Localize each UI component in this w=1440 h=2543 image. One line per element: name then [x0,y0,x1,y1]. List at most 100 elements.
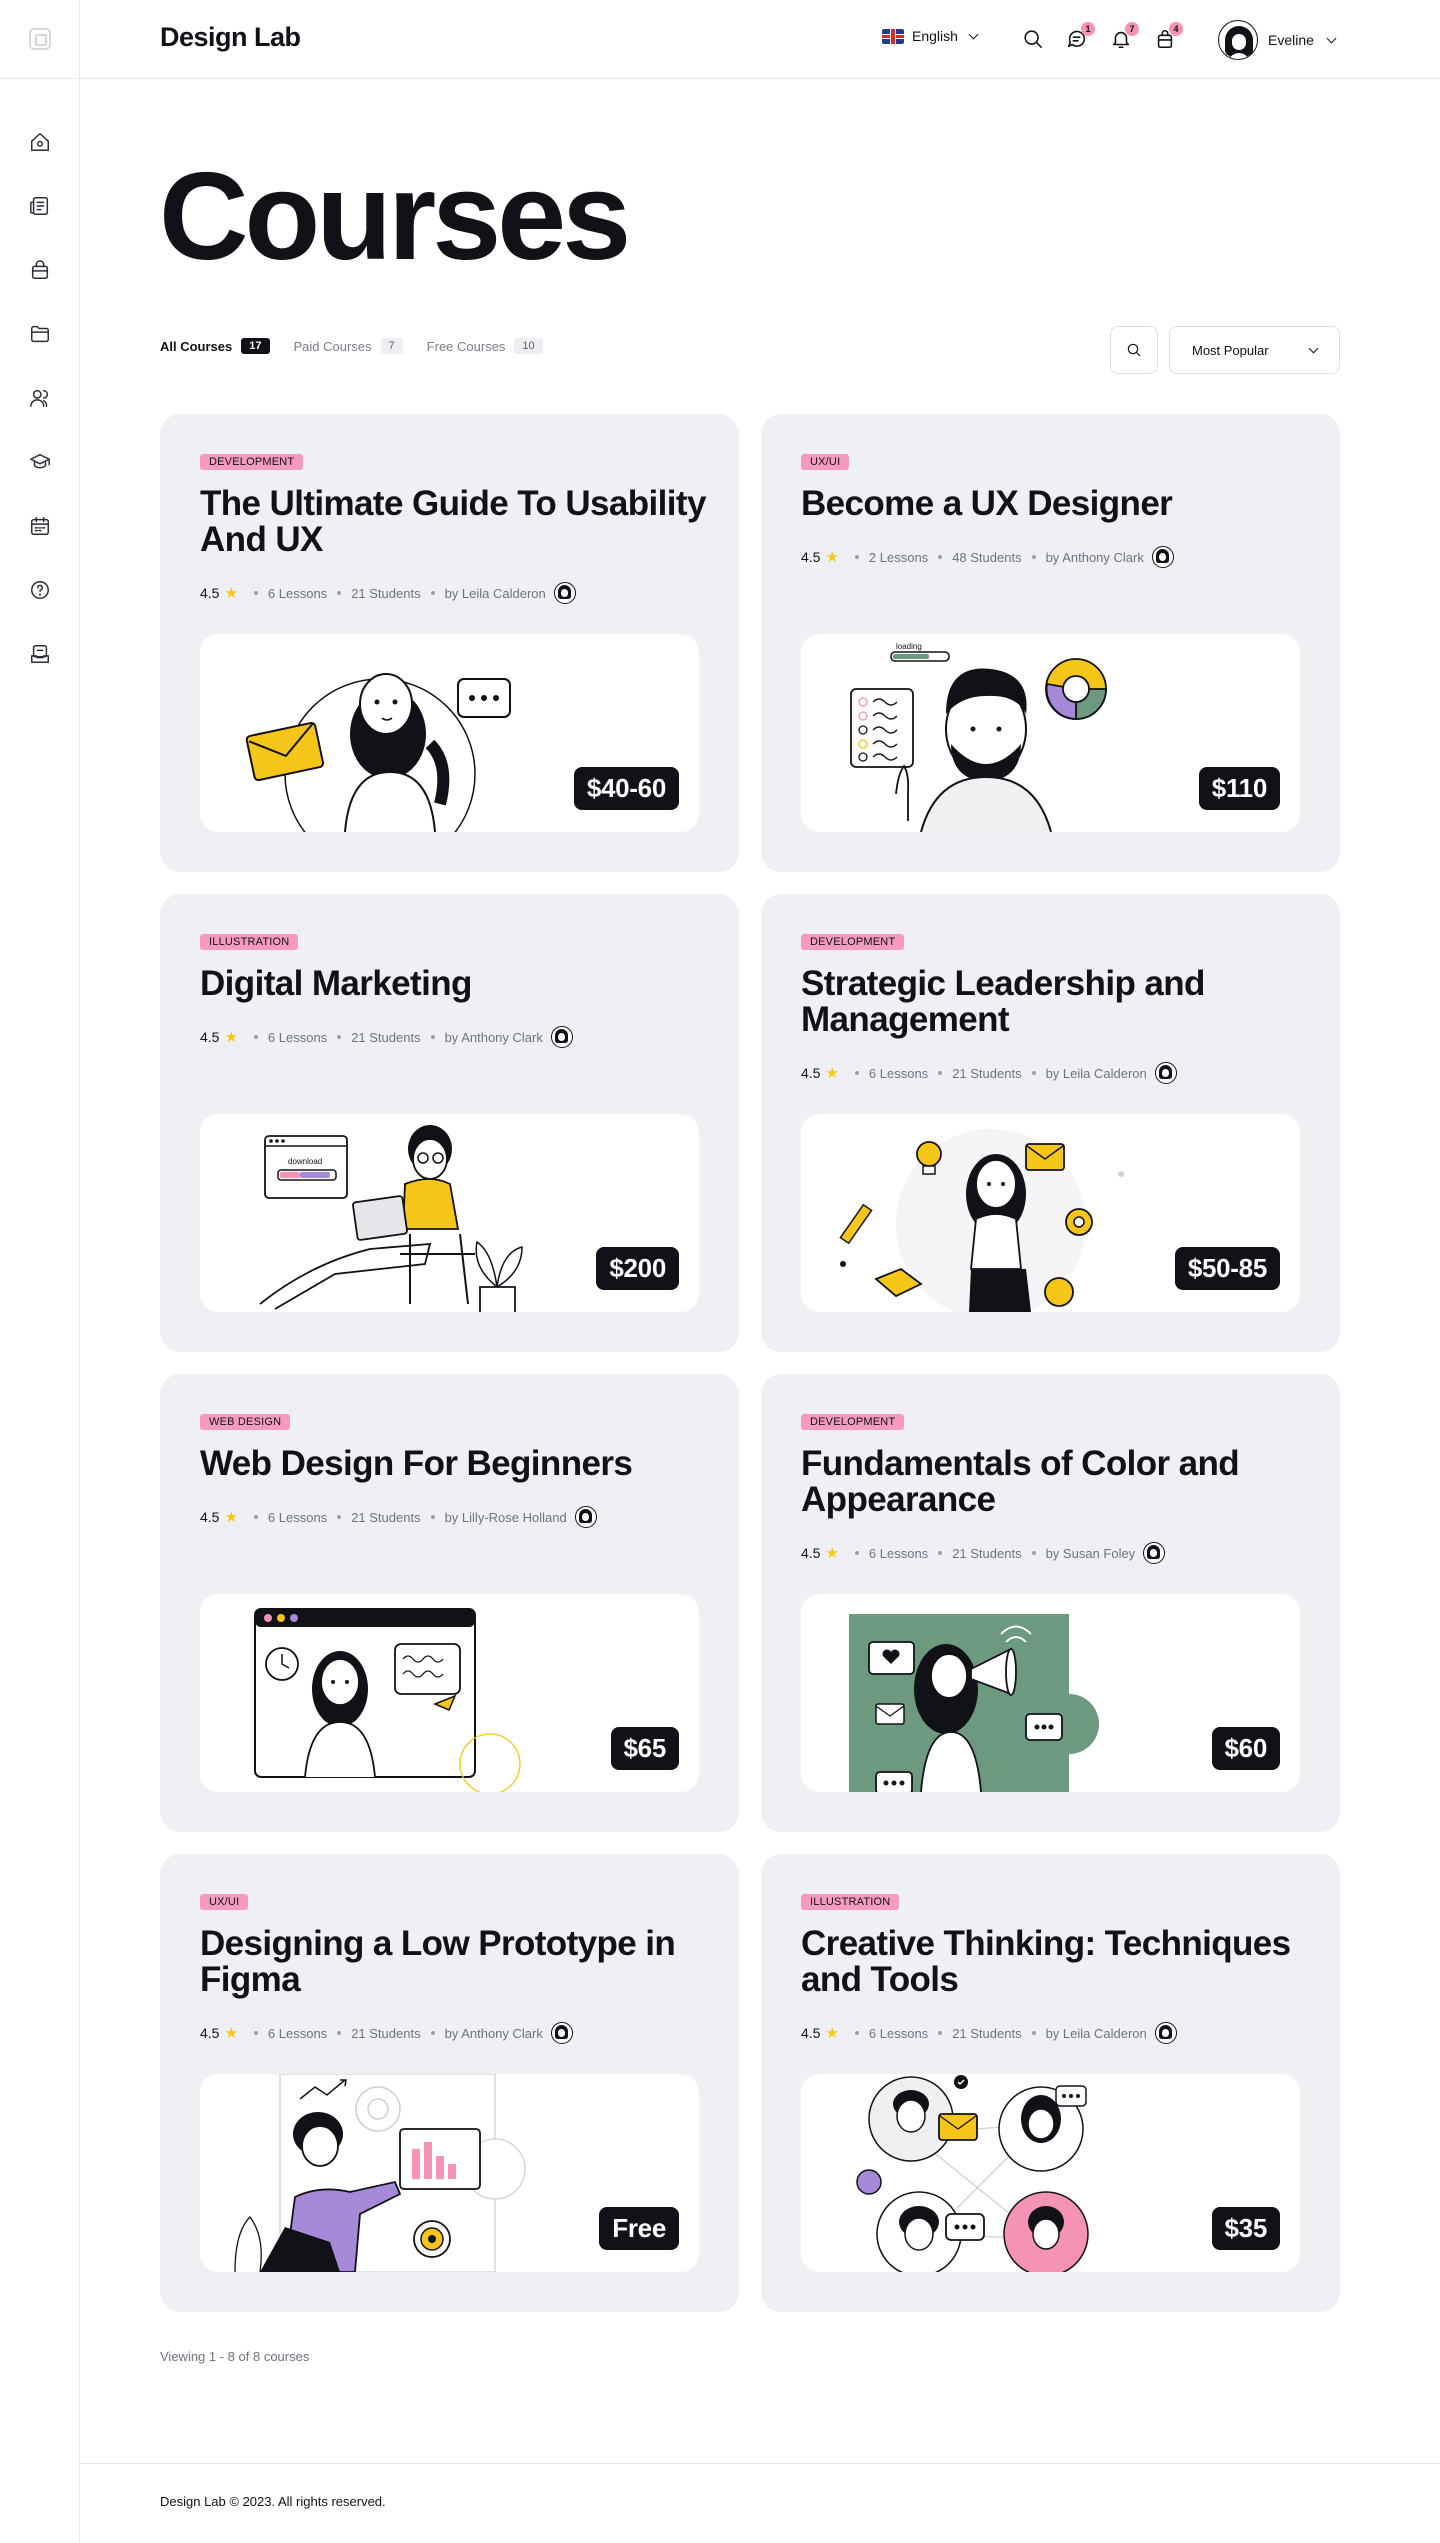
separator-dot [430,1515,435,1519]
author-name[interactable]: by Anthony Clark [445,1030,543,1045]
course-illustration: loading $110 [801,634,1300,832]
avatar [1218,20,1258,60]
course-meta: 4.5 ★ 6 Lessons 21 Students by Leila Cald… [801,2022,1177,2044]
tab-free-courses[interactable]: Free Courses 10 [427,338,543,354]
search-icon [1024,30,1043,49]
tab-paid-courses[interactable]: Paid Courses 7 [294,338,403,354]
sidebar-item-folders[interactable] [0,302,80,366]
separator-dot [938,1071,943,1075]
help-circle-icon [31,581,49,599]
star-icon: ★ [825,549,839,566]
separator-dot [430,591,435,595]
category-tag: ILLUSTRATION [801,1894,900,1910]
course-search-button[interactable] [1110,326,1158,374]
separator-dot [854,1551,859,1555]
user-menu[interactable]: Eveline [1218,20,1337,60]
graduation-cap-icon [30,453,50,469]
price-badge: Free [599,2207,679,2250]
author-name[interactable]: by Anthony Clark [445,2026,543,2041]
separator-dot [430,2031,435,2035]
shopping-bag-icon [31,260,49,279]
brand-title[interactable]: Design Lab [160,22,301,53]
app-logo[interactable] [0,0,80,79]
author-avatar [550,1026,573,1048]
language-label: English [912,28,958,44]
separator-dot [253,1515,258,1519]
bag-button[interactable]: 4 [1152,22,1183,52]
sidebar-item-calendar[interactable] [0,494,80,558]
course-title[interactable]: Strategic Leadership and Management [801,966,1311,1038]
students-count: 21 Students [351,1029,421,1045]
rating-value: 4.5 [801,2025,821,2041]
category-tag: WEB DESIGN [200,1414,291,1430]
tab-all-courses[interactable]: All Courses 17 [160,338,270,354]
lessons-count: 6 Lessons [868,1065,929,1081]
students-count: 21 Students [952,1065,1022,1081]
user-name: Eveline [1268,32,1314,48]
author-name[interactable]: by Leila Calderon [445,586,546,601]
star-icon: ★ [224,1509,238,1526]
language-selector[interactable]: English [882,28,979,44]
students-count: 21 Students [351,2025,421,2041]
course-title[interactable]: Digital Marketing [200,966,710,1002]
author-name[interactable]: by Leila Calderon [1046,2026,1147,2041]
author-name[interactable]: by Anthony Clark [1046,550,1144,565]
course-title[interactable]: The Ultimate Guide To Usability And UX [200,486,710,558]
sidebar-item-news[interactable] [0,174,80,238]
author-avatar [1151,546,1174,568]
logo-icon [29,28,51,50]
course-card[interactable]: DEVELOPMENT The Ultimate Guide To Usabil… [160,414,739,872]
course-card[interactable]: DEVELOPMENT Strategic Leadership and Man… [761,894,1340,1352]
lessons-count: 6 Lessons [267,585,328,601]
lessons-count: 6 Lessons [267,2025,328,2041]
sidebar-item-users[interactable] [0,366,80,430]
rating-value: 4.5 [200,1029,220,1045]
sidebar [0,0,80,2543]
folder-icon [31,325,49,343]
author-name[interactable]: by Lilly-Rose Holland [445,1510,567,1525]
messages-button[interactable]: 1 [1064,22,1095,52]
search-button[interactable] [1020,26,1046,52]
star-icon: ★ [825,1545,839,1562]
course-card[interactable]: UX/UI Become a UX Designer 4.5 ★ 2 Lesson… [761,414,1340,872]
course-card[interactable]: DEVELOPMENT Fundamentals of Color and Ap… [761,1374,1340,1832]
course-card[interactable]: UX/UI Designing a Low Prototype in Figma… [160,1854,739,2312]
lessons-count: 2 Lessons [868,549,929,565]
separator-dot [337,591,342,595]
sidebar-item-courses[interactable] [0,430,80,494]
lessons-count: 6 Lessons [868,1545,929,1561]
course-illustration: Free [200,2074,699,2272]
course-tabs: All Courses 17 Paid Courses 7 Free Cours… [160,338,543,354]
separator-dot [854,2031,859,2035]
separator-dot [938,1551,943,1555]
course-title[interactable]: Designing a Low Prototype in Figma [200,1926,710,1998]
sidebar-item-home[interactable] [0,110,80,174]
course-meta: 4.5 ★ 6 Lessons 21 Students by Susan Fole… [801,1542,1166,1564]
students-count: 21 Students [351,585,421,601]
course-title[interactable]: Web Design For Beginners [200,1446,710,1482]
course-title[interactable]: Creative Thinking: Techniques and Tools [801,1926,1311,1998]
sidebar-item-inbox[interactable] [0,622,80,686]
course-card[interactable]: ILLUSTRATION Creative Thinking: Techniqu… [761,1854,1340,2312]
author-name[interactable]: by Susan Foley [1046,1546,1136,1561]
rating-value: 4.5 [200,2025,220,2041]
tab-label: Paid Courses [293,338,372,354]
author-avatar [1143,1542,1166,1564]
course-illustration: download $200 [200,1114,699,1312]
course-card[interactable]: ILLUSTRATION Digital Marketing 4.5 ★ 6 Le… [160,894,739,1352]
star-icon: ★ [224,1029,238,1046]
author-name[interactable]: by Leila Calderon [1046,1066,1147,1081]
course-title[interactable]: Fundamentals of Color and Appearance [801,1446,1311,1518]
category-tag: ILLUSTRATION [200,934,299,950]
chevron-down-icon [1308,343,1319,353]
notifications-button[interactable]: 7 [1108,22,1139,52]
category-tag: UX/UI [801,454,850,470]
calendar-icon [31,517,49,535]
course-title[interactable]: Become a UX Designer [801,486,1311,522]
sidebar-item-shop[interactable] [0,238,80,302]
separator-dot [854,555,859,559]
sort-dropdown[interactable]: Most Popular [1169,326,1340,374]
course-card[interactable]: WEB DESIGN Web Design For Beginners 4.5 ★… [160,1374,739,1832]
price-badge: $60 [1211,1727,1280,1770]
sidebar-item-help[interactable] [0,558,80,622]
